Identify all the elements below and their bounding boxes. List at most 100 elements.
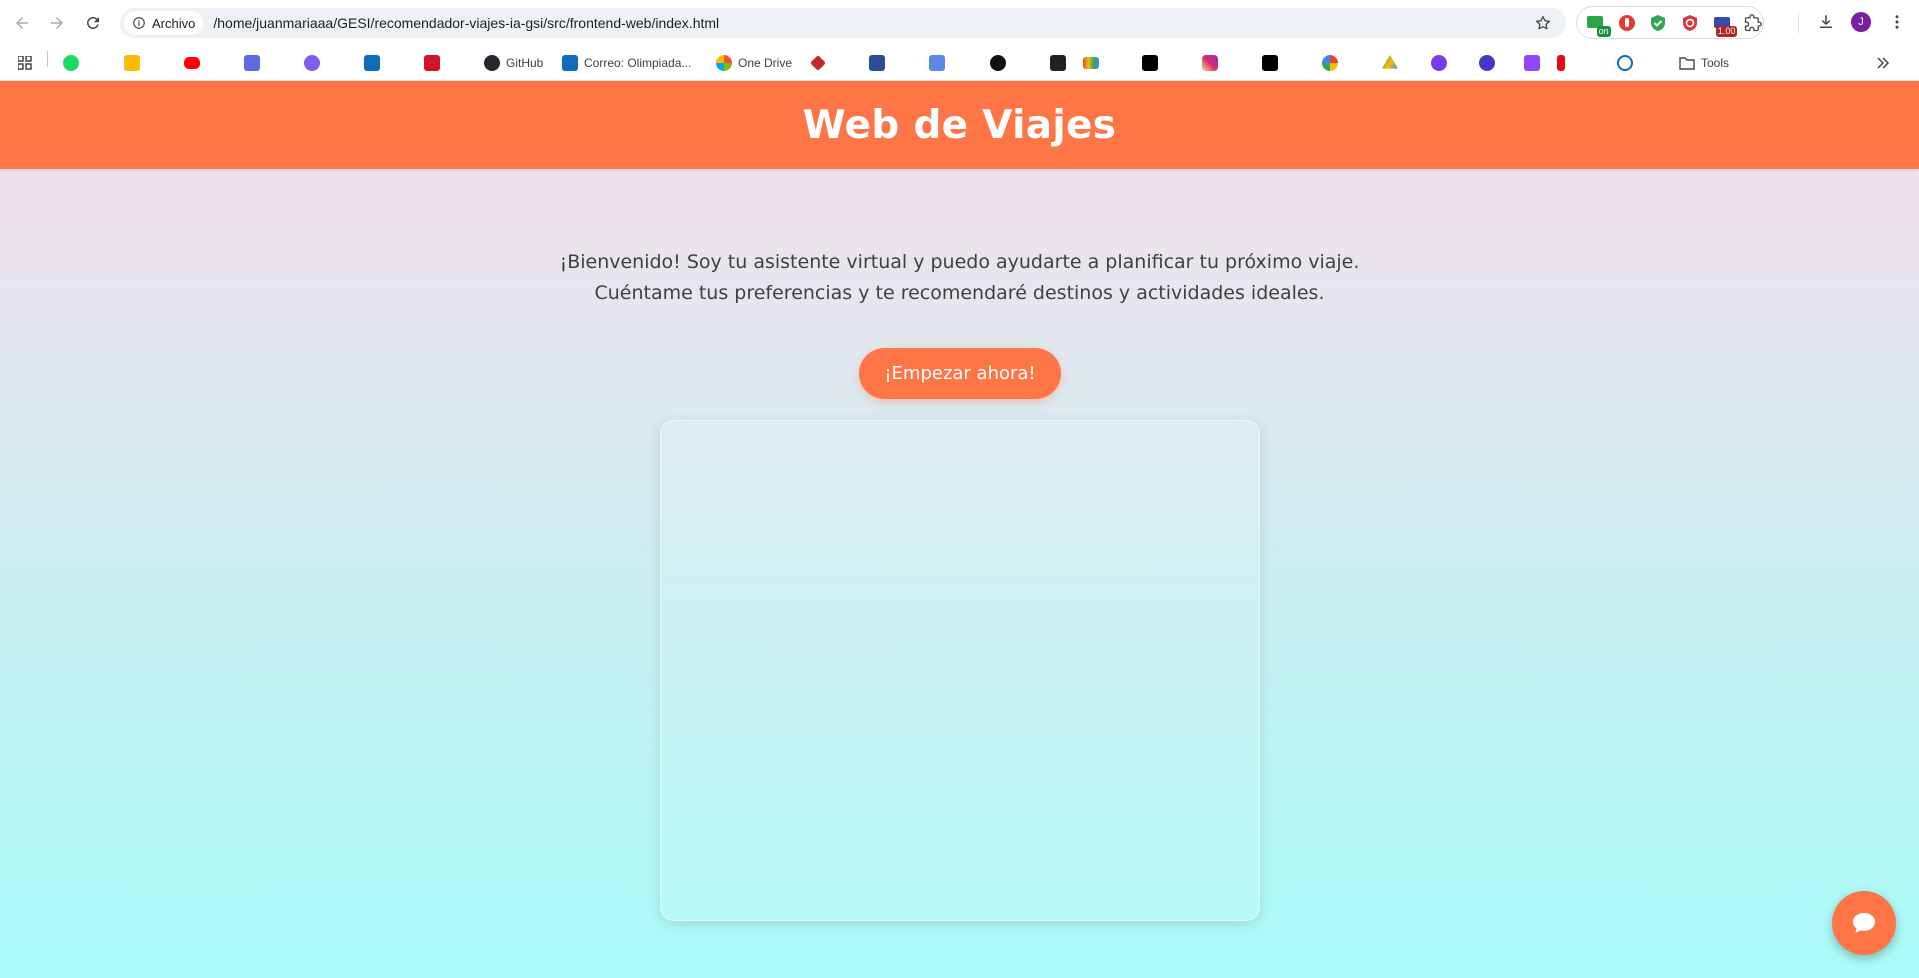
download-button[interactable] (1814, 10, 1838, 34)
extension-2[interactable] (1617, 12, 1637, 34)
chat-toggle-button[interactable] (1832, 891, 1896, 955)
address-bar[interactable]: Archivo /home/juanmariaaa/GESI/recomenda… (120, 8, 1566, 38)
bookmarks-bar: GitHub Correo: Olimpiada... One Drive To… (0, 45, 1919, 81)
info-icon (133, 17, 145, 29)
bookmark-outlook[interactable] (364, 52, 380, 74)
bookmarks-overflow-button[interactable] (1875, 52, 1891, 74)
paypal-icon (1050, 55, 1066, 71)
bookmark-instagram[interactable] (1202, 52, 1218, 74)
bookmarks-separator (47, 51, 48, 67)
bookmark-correo[interactable]: Correo: Olimpiada... (562, 52, 691, 74)
bookmark-docs[interactable] (244, 52, 260, 74)
intro-line-2: Cuéntame tus preferencias y te recomenda… (594, 282, 1325, 304)
extension-5[interactable]: 1.00 (1712, 12, 1738, 37)
bookmark-onedrive[interactable]: One Drive (716, 52, 792, 74)
site-info-chip[interactable]: Archivo (124, 11, 204, 35)
red-app-icon (424, 55, 440, 71)
recommendations-panel (660, 420, 1260, 921)
tiktok-icon (1142, 55, 1158, 71)
back-button[interactable] (7, 8, 37, 38)
bookmark-github-label: GitHub (506, 56, 544, 70)
bookmark-correo-label: Correo: Olimpiada... (584, 56, 692, 70)
netflix-icon (1557, 55, 1565, 71)
bookmark-docs-blue[interactable] (869, 52, 885, 74)
bookmark-red-app[interactable] (424, 52, 440, 74)
photos-icon (1322, 55, 1338, 71)
document-icon (869, 55, 885, 71)
bookmark-paypal[interactable] (1050, 52, 1066, 74)
star-icon[interactable] (1534, 14, 1552, 32)
menu-icon (1895, 15, 1899, 29)
extension-3[interactable] (1648, 12, 1668, 34)
bookmark-chatgpt[interactable] (990, 52, 1006, 74)
bookmark-disney[interactable] (1617, 52, 1633, 74)
site-chip-label: Archivo (152, 15, 196, 31)
bookmark-folder-tools[interactable]: Tools (1679, 52, 1729, 74)
bookmark-photos[interactable] (1322, 52, 1338, 74)
gmail-icon (1083, 57, 1099, 69)
outlook-icon (364, 55, 380, 71)
github-icon (484, 55, 500, 71)
reload-icon (86, 16, 99, 29)
bookmark-tiktok[interactable] (1142, 52, 1158, 74)
forward-button[interactable] (42, 8, 72, 38)
bookmark-youtube[interactable] (184, 52, 200, 74)
bookmark-x[interactable] (1262, 52, 1278, 74)
folder-icon (1679, 55, 1695, 71)
profile-button[interactable]: J (1849, 10, 1873, 34)
apps-grid-icon (17, 55, 33, 71)
bookmark-github[interactable]: GitHub (484, 52, 543, 74)
start-now-button[interactable]: ¡Empezar ahora! (859, 348, 1061, 399)
disney-icon (1617, 55, 1633, 71)
intro-text: ¡Bienvenido! Soy tu asistente virtual y … (0, 247, 1919, 309)
page-content: Web de Viajes ¡Bienvenido! Soy tu asiste… (0, 81, 1919, 978)
docs-icon (244, 55, 260, 71)
bookmark-diamond[interactable] (810, 52, 826, 74)
intro-line-1: ¡Bienvenido! Soy tu asistente virtual y … (559, 251, 1360, 273)
reload-button[interactable] (78, 8, 108, 38)
onedrive-icon (716, 55, 732, 71)
shield-block-icon (1682, 14, 1697, 31)
badge-20-icon (1431, 55, 1447, 71)
bookmark-keep[interactable] (124, 52, 140, 74)
chat-bubble-icon (1853, 913, 1875, 933)
toolbar-separator (1798, 13, 1799, 33)
bookmark-netflix[interactable] (1557, 52, 1565, 74)
avatar: J (1851, 12, 1871, 32)
site-header: Web de Viajes (0, 81, 1919, 169)
bookmark-twitch[interactable] (1524, 52, 1540, 74)
apps-button[interactable] (17, 52, 33, 74)
copilot-icon (304, 55, 320, 71)
bookmark-drive[interactable] (1382, 52, 1398, 74)
bookmark-play[interactable] (1479, 52, 1495, 74)
translate-icon (929, 55, 945, 71)
bookmark-onedrive-label: One Drive (738, 56, 793, 70)
play-icon (1479, 55, 1495, 71)
extensions-button[interactable] (1743, 12, 1763, 34)
browser-toolbar: Archivo /home/juanmariaaa/GESI/recomenda… (0, 0, 1919, 45)
back-icon (16, 17, 28, 29)
download-icon (1820, 15, 1832, 28)
forward-icon (51, 17, 63, 29)
outlook-icon (562, 55, 578, 71)
hand-shield-icon (1618, 14, 1635, 31)
url-text[interactable]: /home/juanmariaaa/GESI/recomendador-viaj… (213, 15, 719, 31)
page-title: Web de Viajes (802, 102, 1117, 148)
bookmark-tools-label: Tools (1701, 56, 1730, 70)
bookmark-gmail[interactable] (1083, 52, 1099, 74)
extension-1-badge: on (1596, 25, 1611, 37)
extension-5-badge: 1.00 (1715, 25, 1738, 37)
instagram-icon (1202, 55, 1218, 71)
bookmark-copilot[interactable] (304, 52, 320, 74)
chrome-menu-button[interactable] (1885, 10, 1909, 34)
x-icon (1262, 55, 1278, 71)
bookmark-spotify[interactable] (63, 52, 79, 74)
keep-icon (124, 55, 140, 71)
drive-icon (1382, 55, 1398, 69)
chevron-double-right-icon (1875, 55, 1891, 71)
extension-4[interactable] (1680, 12, 1700, 34)
extension-1[interactable]: on (1585, 12, 1611, 37)
bookmark-purple-badge[interactable] (1431, 52, 1447, 74)
bookmark-translate[interactable] (929, 52, 945, 74)
extensions-icon (1745, 13, 1763, 31)
